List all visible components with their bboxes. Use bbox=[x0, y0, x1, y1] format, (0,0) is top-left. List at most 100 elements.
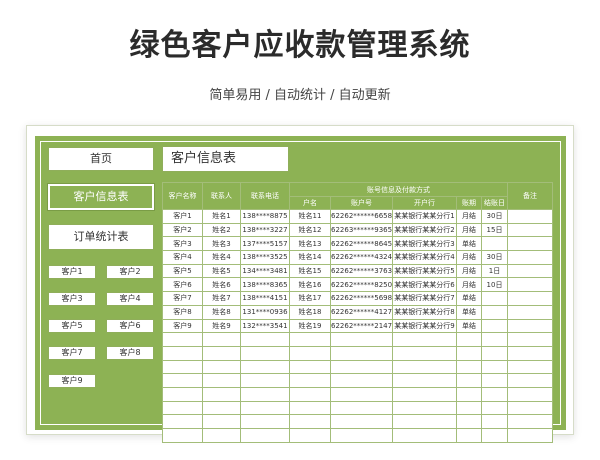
table-cell[interactable]: 月结 bbox=[456, 263, 482, 279]
table-cell[interactable]: 姓名19 bbox=[289, 318, 331, 334]
table-cell[interactable] bbox=[330, 345, 393, 361]
table-cell[interactable] bbox=[162, 332, 203, 347]
table-cell[interactable]: 138****8875 bbox=[240, 209, 290, 224]
customer-2-button[interactable]: 客户2 bbox=[106, 265, 154, 279]
table-cell[interactable] bbox=[202, 359, 241, 375]
table-cell[interactable] bbox=[480, 386, 509, 402]
table-cell[interactable]: 138****8365 bbox=[240, 277, 290, 293]
table-cell[interactable] bbox=[202, 332, 241, 347]
table-cell[interactable]: 30日 bbox=[480, 250, 509, 265]
customer-5-button[interactable]: 客户5 bbox=[48, 319, 96, 333]
table-cell[interactable] bbox=[162, 359, 203, 375]
table-cell[interactable]: 姓名6 bbox=[202, 277, 241, 293]
table-cell[interactable] bbox=[289, 332, 331, 347]
table-cell[interactable]: 某某银行某某分行2 bbox=[392, 222, 457, 238]
table-cell[interactable] bbox=[507, 359, 554, 375]
table-cell[interactable]: 客户8 bbox=[162, 304, 203, 320]
table-cell[interactable] bbox=[507, 332, 554, 347]
table-cell[interactable]: 134****3481 bbox=[240, 263, 290, 279]
table-cell[interactable] bbox=[507, 263, 554, 279]
table-cell[interactable] bbox=[456, 400, 482, 416]
table-cell[interactable] bbox=[330, 332, 393, 347]
table-cell[interactable] bbox=[330, 359, 393, 375]
table-cell[interactable] bbox=[162, 400, 203, 416]
home-button[interactable]: 首页 bbox=[48, 147, 154, 171]
order-stats-button[interactable]: 订单统计表 bbox=[48, 224, 154, 250]
table-cell[interactable] bbox=[289, 400, 331, 416]
table-cell[interactable] bbox=[507, 400, 554, 416]
table-cell[interactable]: 62262******8250 bbox=[330, 277, 393, 293]
table-cell[interactable] bbox=[392, 414, 457, 429]
table-cell[interactable] bbox=[480, 318, 509, 334]
table-cell[interactable] bbox=[507, 428, 554, 443]
table-cell[interactable]: 姓名1 bbox=[202, 209, 241, 224]
table-cell[interactable]: 姓名2 bbox=[202, 222, 241, 238]
table-cell[interactable]: 132****3541 bbox=[240, 318, 290, 334]
table-cell[interactable]: 客户9 bbox=[162, 318, 203, 334]
customer-4-button[interactable]: 客户4 bbox=[106, 292, 154, 306]
table-cell[interactable] bbox=[330, 428, 393, 443]
table-cell[interactable]: 138****4151 bbox=[240, 291, 290, 306]
table-cell[interactable]: 某某银行某某分行5 bbox=[392, 263, 457, 279]
table-cell[interactable] bbox=[507, 209, 554, 224]
table-cell[interactable]: 单结 bbox=[456, 236, 482, 252]
table-cell[interactable]: 姓名8 bbox=[202, 304, 241, 320]
table-cell[interactable] bbox=[392, 400, 457, 416]
table-cell[interactable]: 30日 bbox=[480, 209, 509, 224]
table-cell[interactable] bbox=[289, 428, 331, 443]
table-cell[interactable]: 月结 bbox=[456, 209, 482, 224]
table-cell[interactable] bbox=[456, 428, 482, 443]
table-cell[interactable] bbox=[480, 345, 509, 361]
table-cell[interactable] bbox=[162, 345, 203, 361]
table-cell[interactable] bbox=[240, 386, 290, 402]
table-cell[interactable] bbox=[330, 386, 393, 402]
customer-8-button[interactable]: 客户8 bbox=[106, 346, 154, 360]
table-cell[interactable]: 15日 bbox=[480, 222, 509, 238]
customer-7-button[interactable]: 客户7 bbox=[48, 346, 96, 360]
customer-info-button[interactable]: 客户信息表 bbox=[47, 183, 155, 211]
table-cell[interactable] bbox=[202, 414, 241, 429]
table-cell[interactable]: 某某银行某某分行8 bbox=[392, 304, 457, 320]
table-cell[interactable] bbox=[240, 332, 290, 347]
customer-9-button[interactable]: 客户9 bbox=[48, 374, 96, 388]
table-cell[interactable] bbox=[392, 373, 457, 388]
table-cell[interactable] bbox=[240, 373, 290, 388]
table-cell[interactable]: 某某银行某某分行4 bbox=[392, 250, 457, 265]
table-cell[interactable]: 某某银行某某分行3 bbox=[392, 236, 457, 252]
table-cell[interactable]: 姓名9 bbox=[202, 318, 241, 334]
table-cell[interactable]: 月结 bbox=[456, 277, 482, 293]
table-cell[interactable]: 1日 bbox=[480, 263, 509, 279]
table-cell[interactable] bbox=[480, 332, 509, 347]
table-cell[interactable] bbox=[507, 250, 554, 265]
table-cell[interactable]: 姓名5 bbox=[202, 263, 241, 279]
table-cell[interactable]: 单结 bbox=[456, 291, 482, 306]
table-cell[interactable]: 客户5 bbox=[162, 263, 203, 279]
table-cell[interactable]: 62262******8645 bbox=[330, 236, 393, 252]
table-cell[interactable] bbox=[507, 318, 554, 334]
table-cell[interactable] bbox=[507, 291, 554, 306]
table-cell[interactable] bbox=[289, 373, 331, 388]
table-cell[interactable]: 62262******5698 bbox=[330, 291, 393, 306]
table-cell[interactable]: 月结 bbox=[456, 250, 482, 265]
table-cell[interactable] bbox=[240, 400, 290, 416]
customer-6-button[interactable]: 客户6 bbox=[106, 319, 154, 333]
table-cell[interactable] bbox=[202, 345, 241, 361]
table-cell[interactable] bbox=[330, 414, 393, 429]
table-cell[interactable]: 客户1 bbox=[162, 209, 203, 224]
table-cell[interactable]: 某某银行某某分行7 bbox=[392, 291, 457, 306]
table-cell[interactable] bbox=[507, 386, 554, 402]
table-cell[interactable] bbox=[392, 345, 457, 361]
table-cell[interactable]: 姓名7 bbox=[202, 291, 241, 306]
table-cell[interactable] bbox=[289, 386, 331, 402]
table-cell[interactable] bbox=[456, 359, 482, 375]
table-cell[interactable]: 姓名12 bbox=[289, 222, 331, 238]
table-cell[interactable]: 月结 bbox=[456, 222, 482, 238]
table-cell[interactable]: 62262******2147 bbox=[330, 318, 393, 334]
table-cell[interactable] bbox=[507, 304, 554, 320]
table-cell[interactable] bbox=[456, 386, 482, 402]
table-cell[interactable]: 姓名13 bbox=[289, 236, 331, 252]
table-cell[interactable] bbox=[202, 428, 241, 443]
table-cell[interactable]: 62262******6658 bbox=[330, 209, 393, 224]
customer-3-button[interactable]: 客户3 bbox=[48, 292, 96, 306]
table-cell[interactable]: 某某银行某某分行9 bbox=[392, 318, 457, 334]
